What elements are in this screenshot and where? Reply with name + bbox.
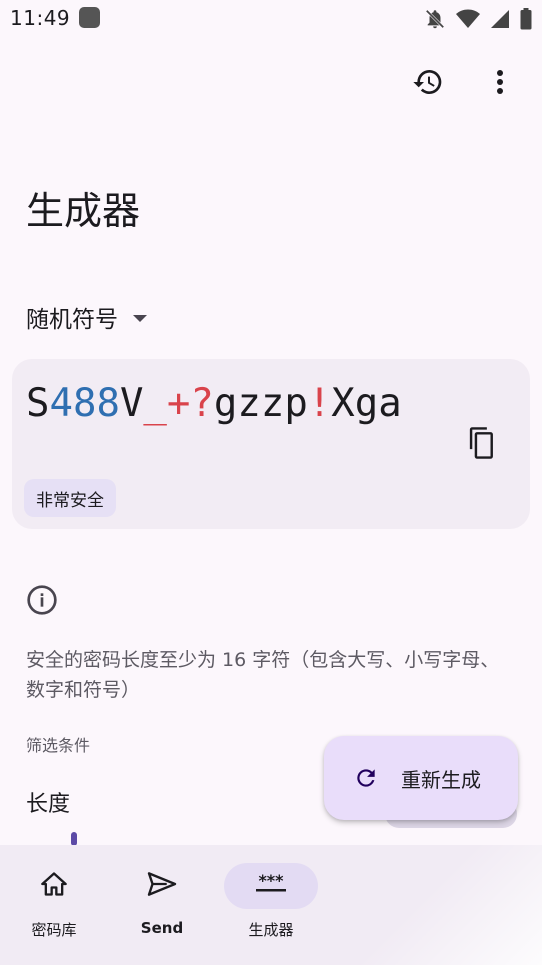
nav-label-generator: 生成器 bbox=[248, 921, 294, 939]
nav-label-send: Send bbox=[140, 919, 184, 937]
nav-indicator bbox=[115, 863, 209, 909]
password-segment: V bbox=[119, 381, 144, 426]
strength-badge: 非常安全 bbox=[24, 479, 116, 517]
length-label: 长度 bbox=[26, 792, 71, 817]
status-time: 11:49 bbox=[10, 6, 71, 30]
svg-text:***: *** bbox=[258, 874, 284, 890]
more-options-button[interactable] bbox=[478, 62, 522, 106]
page-title: 生成器 bbox=[26, 189, 141, 233]
wifi-icon bbox=[456, 9, 480, 33]
password-segment: Xga bbox=[331, 381, 402, 426]
nav-item-send[interactable]: Send bbox=[102, 863, 222, 937]
info-button[interactable] bbox=[26, 584, 58, 620]
notifications-off-icon bbox=[424, 8, 446, 34]
password-segment: _+? bbox=[143, 381, 214, 426]
history-button[interactable] bbox=[406, 62, 450, 106]
status-bar: 11:49 bbox=[0, 0, 542, 38]
copy-icon bbox=[467, 426, 497, 464]
generator-type-dropdown[interactable]: 随机符号 bbox=[26, 300, 148, 334]
regenerate-button[interactable]: 重新生成 bbox=[324, 736, 518, 820]
password-segment: ! bbox=[307, 381, 332, 426]
length-slider[interactable] bbox=[71, 832, 77, 846]
dropdown-arrow-icon bbox=[132, 304, 148, 330]
refresh-icon bbox=[353, 765, 379, 791]
info-icon bbox=[26, 585, 58, 620]
generated-password[interactable]: S488V_+?gzzp!Xga bbox=[26, 382, 426, 426]
regenerate-label: 重新生成 bbox=[401, 767, 481, 792]
password-icon: *** bbox=[254, 871, 288, 898]
copy-password-button[interactable] bbox=[460, 423, 504, 467]
battery-icon bbox=[520, 8, 532, 34]
history-icon bbox=[412, 66, 444, 102]
corner-fade bbox=[352, 845, 542, 965]
send-icon bbox=[146, 871, 178, 901]
password-segment: S bbox=[26, 381, 50, 426]
generator-type-label: 随机符号 bbox=[26, 307, 118, 333]
home-icon bbox=[40, 871, 68, 901]
signal-icon bbox=[490, 9, 510, 33]
password-segment: gzzp bbox=[213, 381, 308, 426]
nav-item-generator[interactable]: *** 生成器 bbox=[211, 863, 331, 940]
password-tip: 安全的密码长度至少为 16 字符（包含大写、小写字母、数字和符号） bbox=[26, 649, 500, 701]
more-vert-icon bbox=[496, 69, 504, 99]
nav-label-vault: 密码库 bbox=[31, 921, 77, 939]
nav-item-vault[interactable]: 密码库 bbox=[0, 863, 114, 940]
filters-heading: 筛选条件 bbox=[26, 736, 91, 755]
nav-indicator-active: *** bbox=[224, 863, 318, 909]
nav-indicator bbox=[7, 863, 101, 909]
app-notification-icon bbox=[79, 7, 100, 28]
password-segment: 488 bbox=[49, 381, 120, 426]
system-icons bbox=[424, 8, 532, 34]
